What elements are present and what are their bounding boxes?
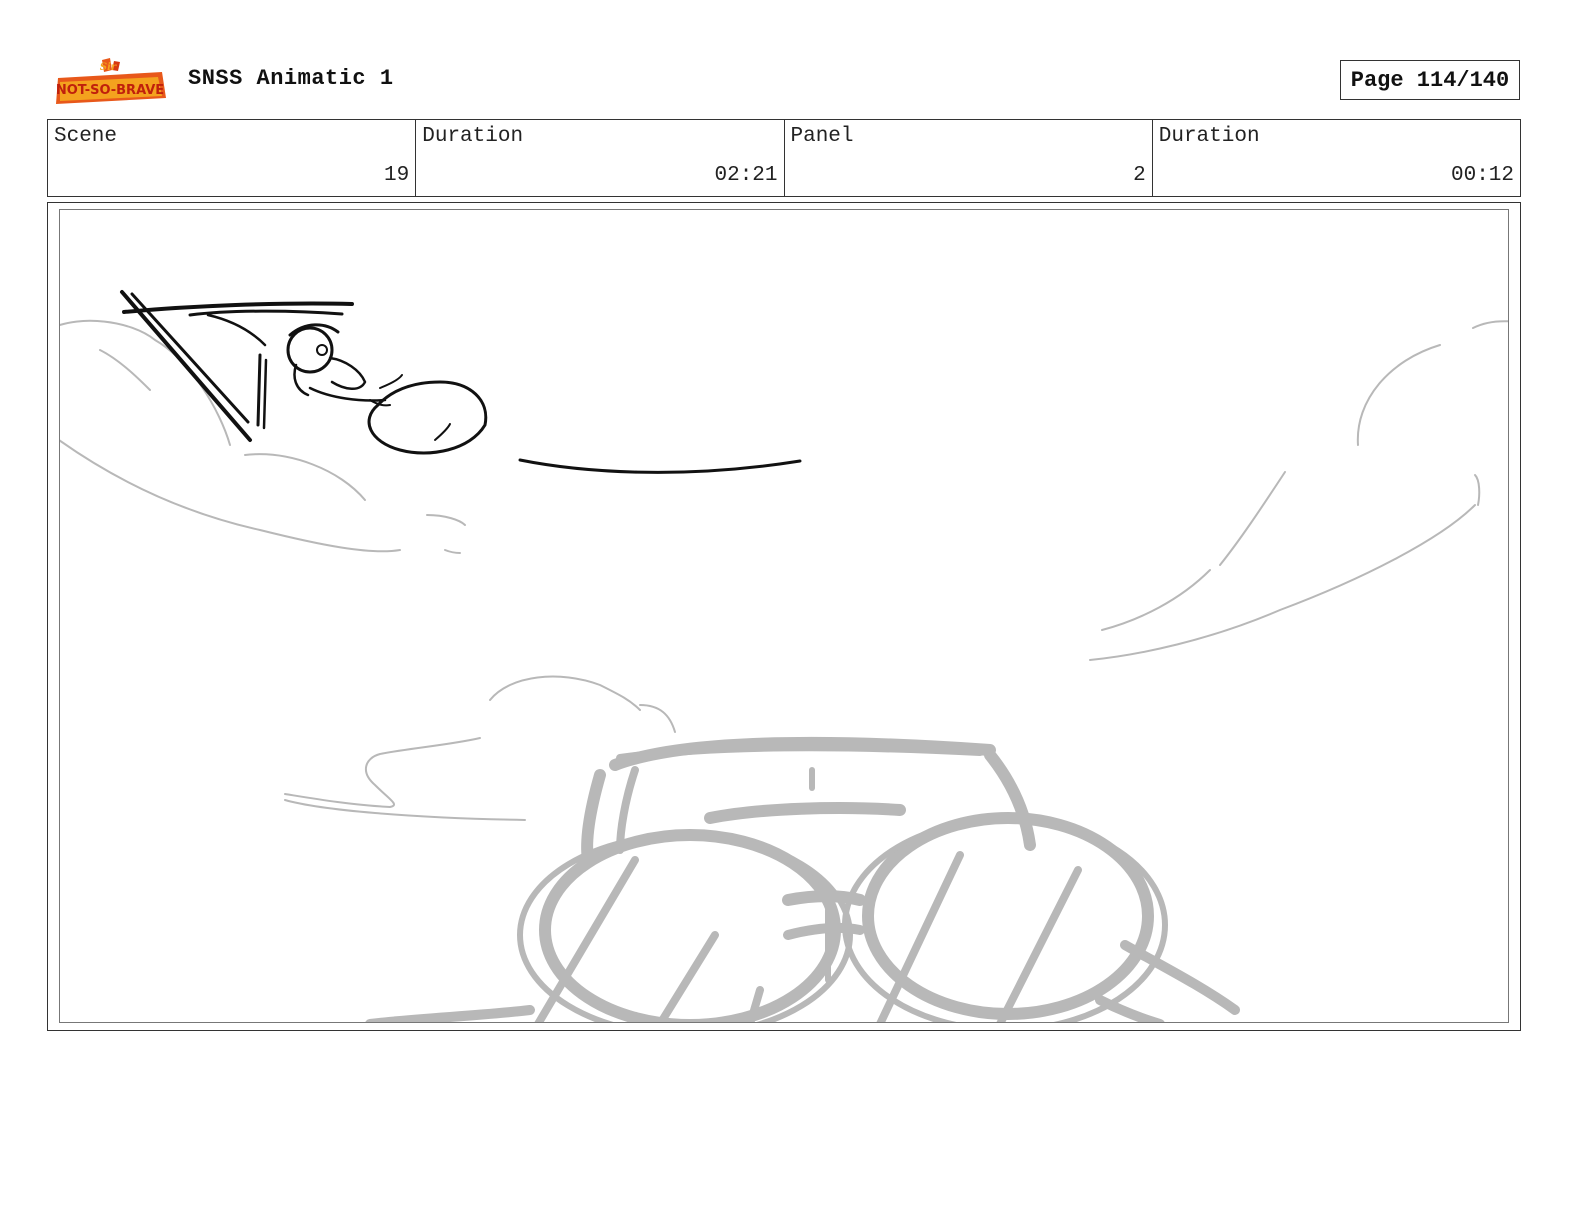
page-header: NOT-SO-BRAVE Sir SNSS Animatic 1 Page 11… (0, 0, 1584, 118)
page-number: Page 114/140 (1340, 60, 1520, 100)
panel-duration-label: Duration (1158, 125, 1260, 148)
cloud-sketch-bottom (284, 675, 676, 821)
panel-label: Panel (790, 125, 854, 148)
cloud-sketch-right (1089, 320, 1508, 661)
show-logo: NOT-SO-BRAVE Sir (50, 58, 170, 108)
logo-icon: NOT-SO-BRAVE Sir (56, 58, 166, 104)
panel-value: 2 (1133, 164, 1146, 187)
panel-duration-cell: Duration 00:12 (1153, 120, 1520, 196)
svg-text:NOT-SO-BRAVE: NOT-SO-BRAVE (56, 83, 164, 98)
scene-duration-label: Duration (422, 125, 524, 148)
scene-duration-cell: Duration 02:21 (416, 120, 785, 196)
panel-cell: Panel 2 (785, 120, 1153, 196)
cloud-sketch-left (60, 319, 466, 554)
character-sketch (120, 290, 802, 474)
scene-value: 19 (384, 164, 410, 187)
scene-label: Scene (54, 125, 118, 148)
storyboard-panel (59, 209, 1509, 1023)
svg-text:Sir: Sir (100, 62, 117, 73)
scene-cell: Scene 19 (48, 120, 417, 196)
storyboard-sketch-icon (60, 290, 1508, 1022)
document-title: SNSS Animatic 1 (188, 66, 394, 91)
shot-info-table: Scene 19 Duration 02:21 Panel 2 Duration… (47, 119, 1521, 197)
binoculars-sketch (365, 736, 1240, 1022)
scene-duration-value: 02:21 (714, 164, 778, 187)
panel-duration-value: 00:12 (1450, 164, 1514, 187)
